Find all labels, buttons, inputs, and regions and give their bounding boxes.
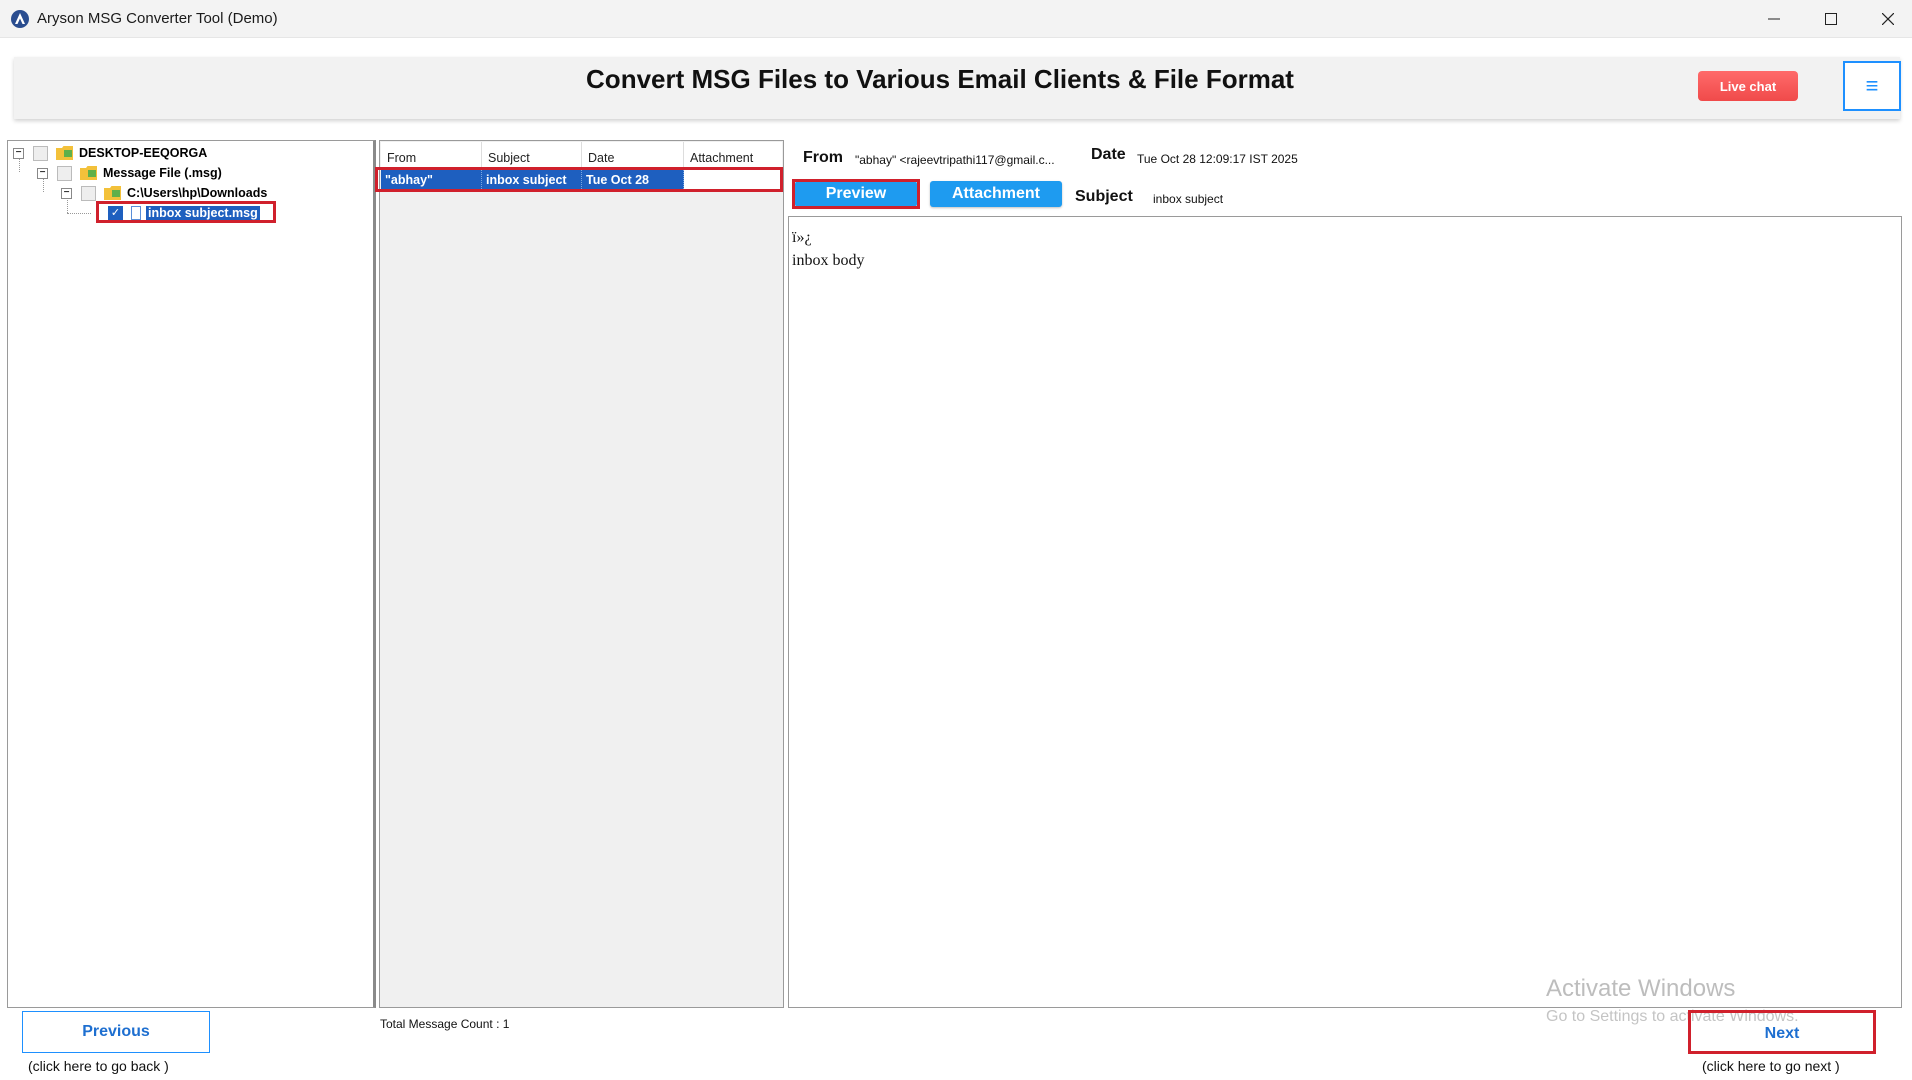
folder-tree-panel	[7, 140, 376, 1008]
message-list-header: From Subject Date Attachment	[381, 142, 782, 168]
tree-checkbox[interactable]	[81, 185, 96, 201]
cell-subject: inbox subject	[482, 170, 582, 189]
tree-node-label: DESKTOP-EEQORGA	[79, 146, 208, 160]
tree-node-downloads[interactable]: − C:\Users\hp\Downloads	[61, 184, 267, 202]
tree-guide-line	[67, 213, 91, 214]
hamburger-menu-icon: ≡	[1865, 73, 1879, 98]
column-header-date[interactable]: Date	[582, 142, 684, 168]
minimize-icon	[1767, 18, 1780, 20]
cell-attachment	[684, 170, 782, 189]
column-header-from[interactable]: From	[381, 142, 482, 168]
maximize-button[interactable]	[1802, 0, 1859, 38]
window-title: Aryson MSG Converter Tool (Demo)	[37, 10, 278, 27]
close-button[interactable]	[1859, 0, 1912, 38]
collapse-toggle-icon[interactable]: −	[37, 167, 48, 179]
message-list-panel	[379, 140, 784, 1008]
tree-checkbox[interactable]	[33, 145, 48, 161]
tree-node-desktop[interactable]: − DESKTOP-EEQORGA	[13, 144, 207, 162]
title-bar: Aryson MSG Converter Tool (Demo)	[0, 0, 1912, 38]
page-title: Convert MSG Files to Various Email Clien…	[586, 64, 1294, 94]
column-header-subject[interactable]: Subject	[482, 142, 582, 168]
next-button[interactable]: Next	[1690, 1013, 1874, 1055]
body-line: inbox body	[792, 252, 865, 269]
message-count: Total Message Count : 1	[380, 1017, 510, 1031]
subject-label: Subject	[1075, 188, 1133, 205]
previous-hint: (click here to go back )	[28, 1058, 169, 1074]
date-label: Date	[1091, 146, 1126, 163]
collapse-toggle-icon[interactable]: −	[13, 147, 24, 159]
computer-folder-icon	[56, 146, 73, 160]
msg-file-icon	[131, 206, 141, 220]
next-hint: (click here to go next )	[1702, 1058, 1840, 1074]
collapse-toggle-icon[interactable]: −	[61, 187, 72, 199]
cell-date: Tue Oct 28	[582, 170, 684, 189]
previous-button[interactable]: Previous	[22, 1011, 210, 1053]
menu-button[interactable]: ≡	[1843, 61, 1901, 111]
date-value: Tue Oct 28 12:09:17 IST 2025	[1137, 152, 1298, 166]
from-label: From	[803, 149, 843, 166]
preview-tab-button[interactable]: Preview	[795, 181, 917, 207]
cell-from: "abhay"	[381, 170, 482, 189]
tree-node-message-file[interactable]: − Message File (.msg)	[37, 164, 222, 182]
app-logo-icon	[11, 10, 29, 28]
message-folder-icon	[80, 166, 97, 180]
activate-windows-watermark: Activate Windows	[1546, 975, 1736, 1002]
tree-node-label: Message File (.msg)	[103, 166, 222, 180]
message-body: ï»¿ inbox body	[792, 226, 864, 272]
live-chat-button[interactable]: Live chat	[1698, 71, 1798, 101]
subject-value: inbox subject	[1153, 192, 1224, 206]
table-row[interactable]: "abhay" inbox subject Tue Oct 28	[381, 170, 782, 189]
tree-node-inbox-subject-msg[interactable]: ✓ inbox subject.msg	[108, 204, 260, 222]
column-header-attachment[interactable]: Attachment	[684, 142, 782, 168]
attachment-tab-button[interactable]: Attachment	[930, 181, 1062, 207]
from-value: "abhay" <rajeevtripathi117@gmail.c...	[855, 153, 1055, 167]
message-preview-panel	[788, 216, 1902, 1008]
folder-icon	[104, 186, 121, 200]
tree-checkbox-checked[interactable]: ✓	[108, 205, 123, 221]
close-icon	[1881, 13, 1894, 25]
minimize-button[interactable]	[1745, 0, 1802, 38]
maximize-icon	[1824, 13, 1837, 25]
tree-node-label: C:\Users\hp\Downloads	[127, 186, 268, 200]
tree-checkbox[interactable]	[57, 165, 72, 181]
tree-node-label: inbox subject.msg	[146, 206, 260, 220]
body-line: ï»¿	[792, 229, 812, 246]
